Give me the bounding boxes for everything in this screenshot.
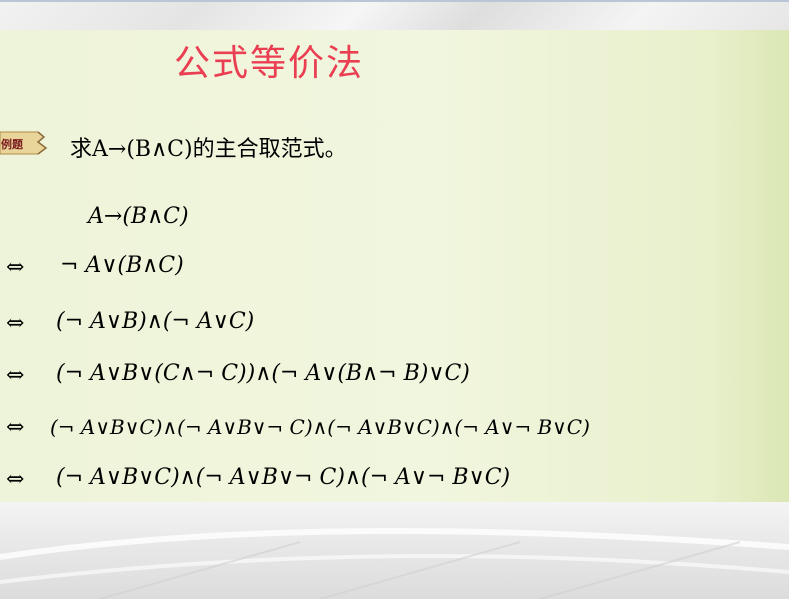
step-expression: (¬ A∨B∨C)∧(¬ A∨B∨¬ C)∧(¬ A∨¬ B∨C) [56,465,511,490]
bottom-frame-band [0,502,789,599]
top-frame-edge [0,0,789,2]
slide-title: 公式等价法 [174,43,365,84]
step-expression: ¬ A∨(B∧C) [60,253,184,278]
derivation-step: ⇔ (¬ A∨B∨C)∧(¬ A∨B∨¬ C)∧(¬ A∨B∨C)∧(¬ A∨¬… [6,413,789,443]
decorative-swoosh [0,528,789,599]
derivation-step: ⇔ (¬ A∨B∨C)∧(¬ A∨B∨¬ C)∧(¬ A∨¬ B∨C) [6,465,789,495]
example-label: 例题 [1,138,23,151]
equivalence-symbol: ⇔ [6,311,25,336]
derivation-start: A→(B∧C) [88,204,189,229]
derivation-step: ⇔ ¬ A∨(B∧C) [6,253,789,283]
derivation-step: ⇔ (¬ A∨B∨(C∧¬ C))∧(¬ A∨(B∧¬ B)∨C) [6,361,789,391]
step-expression: (¬ A∨B∨(C∧¬ C))∧(¬ A∨(B∧¬ B)∨C) [56,361,470,386]
problem-statement: 求A→(B∧C)的主合取范式。 [70,137,347,162]
equivalence-symbol: ⇔ [6,467,25,492]
top-frame-band [0,0,789,30]
step-expression: (¬ A∨B∨C)∧(¬ A∨B∨¬ C)∧(¬ A∨B∨C)∧(¬ A∨¬ B… [50,415,590,439]
step-expression: (¬ A∨B)∧(¬ A∨C) [56,309,255,334]
derivation-step: ⇔ (¬ A∨B)∧(¬ A∨C) [6,309,789,339]
equivalence-symbol: ⇔ [6,255,25,280]
equivalence-symbol: ⇔ [6,415,25,440]
equivalence-symbol: ⇔ [6,363,25,388]
